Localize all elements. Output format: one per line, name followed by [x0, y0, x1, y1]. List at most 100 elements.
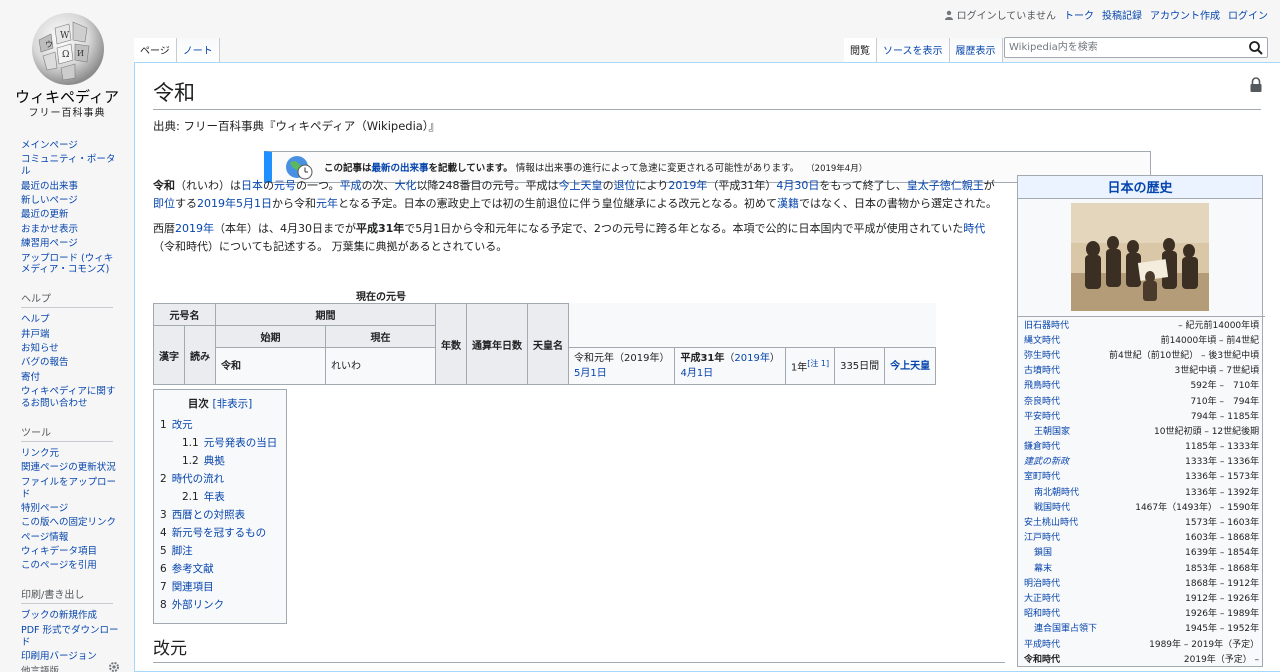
link-japan[interactable]: 日本 — [241, 179, 263, 192]
toc-item[interactable]: 1.1 元号発表の当日 — [160, 434, 280, 452]
cell-shiki-link[interactable]: 5月1日 — [574, 368, 607, 379]
toc-item[interactable]: 6 参考文献 — [160, 560, 280, 578]
link-emperor[interactable]: 今上天皇 — [559, 179, 603, 192]
period-link[interactable]: 建武の新政 — [1024, 457, 1069, 467]
contributions-link[interactable]: 投稿記録 — [1102, 7, 1142, 22]
login-link[interactable]: ログイン — [1228, 7, 1268, 22]
sidebar-item-what-links-here[interactable]: リンク元 — [21, 448, 59, 459]
toc-item[interactable]: 5 脚注 — [160, 542, 280, 560]
period-link[interactable]: 平安時代 — [1024, 412, 1060, 422]
toc-item-link[interactable]: 時代の流れ — [172, 473, 225, 485]
toc-item-link[interactable]: 西暦との対照表 — [172, 509, 245, 521]
period-link[interactable]: 幕末 — [1034, 564, 1052, 574]
sidebar-item-notices[interactable]: お知らせ — [21, 343, 59, 354]
sidebar-item-help[interactable]: ヘルプ — [21, 314, 50, 325]
period-link[interactable]: 室町時代 — [1024, 472, 1060, 482]
sidebar-item-create-book[interactable]: ブックの新規作成 — [21, 610, 97, 621]
sidebar-item-village-pump[interactable]: 井戸端 — [21, 329, 50, 340]
link-taika[interactable]: 大化 — [395, 179, 417, 192]
toc-item-link[interactable]: 関連項目 — [172, 581, 214, 593]
search-input[interactable] — [1005, 38, 1245, 57]
sidebar-item-community-portal[interactable]: コミュニティ・ポータル — [21, 154, 115, 177]
cell-tenno-link[interactable]: 今上天皇 — [890, 361, 930, 372]
period-link[interactable]: 戦国時代 — [1034, 503, 1070, 513]
toc-item[interactable]: 7 関連項目 — [160, 578, 280, 596]
period-link[interactable]: 明治時代 — [1024, 579, 1060, 589]
toc-item[interactable]: 1.2 典拠 — [160, 452, 280, 470]
create-account-link[interactable]: アカウント作成 — [1150, 7, 1220, 22]
link-abdication[interactable]: 退位 — [614, 179, 636, 192]
link-gengo[interactable]: 元号 — [274, 179, 296, 192]
link-2019-b[interactable]: 2019年 — [175, 222, 214, 235]
samurai-photo-image[interactable] — [1071, 203, 1209, 311]
tab-view-source[interactable]: ソースを表示 — [877, 38, 950, 62]
link-heisei[interactable]: 平成 — [340, 179, 362, 192]
sidebar-item-contact[interactable]: ウィキペディアに関するお問い合わせ — [21, 386, 115, 409]
toc-item[interactable]: 8 外部リンク — [160, 596, 280, 614]
toc-item-link[interactable]: 年表 — [204, 491, 225, 503]
period-link[interactable]: 鎖国 — [1034, 548, 1052, 558]
sidebar-item-sandbox[interactable]: 練習用ページ — [21, 238, 78, 249]
toc-item[interactable]: 4 新元号を冠するもの — [160, 524, 280, 542]
link-accession[interactable]: 即位 — [153, 197, 175, 210]
period-link[interactable]: 王朝国家 — [1034, 427, 1070, 437]
sidebar-item-random-page[interactable]: おまかせ表示 — [21, 224, 78, 235]
notice-current-events-link[interactable]: 最新の出来事 — [372, 163, 429, 174]
period-link[interactable]: 鎌倉時代 — [1024, 442, 1060, 452]
sidebar-item-main-page[interactable]: メインページ — [21, 140, 78, 151]
sidebar-item-upload-file[interactable]: ファイルをアップロード — [21, 477, 116, 500]
toc-item-link[interactable]: 典拠 — [204, 455, 225, 467]
toc-item[interactable]: 2 時代の流れ — [160, 470, 280, 488]
toc-item-link[interactable]: 元号発表の当日 — [204, 437, 278, 449]
period-link[interactable]: 昭和時代 — [1024, 609, 1060, 619]
link-2019-may1[interactable]: 2019年5月1日 — [197, 197, 272, 210]
period-link[interactable]: 江戸時代 — [1024, 533, 1060, 543]
link-april30[interactable]: 4月30日 — [776, 179, 819, 192]
search-icon[interactable] — [1248, 40, 1264, 56]
sidebar-item-recent-changes[interactable]: 最近の更新 — [21, 209, 69, 220]
sidebar-item-page-info[interactable]: ページ情報 — [21, 532, 68, 543]
period-link[interactable]: 飛鳥時代 — [1024, 381, 1060, 391]
sidebar-item-permanent-link[interactable]: この版への固定リンク — [21, 517, 116, 528]
cell-genzai-link[interactable]: 2019年 — [734, 353, 769, 364]
period-link[interactable]: 平成時代 — [1024, 640, 1060, 650]
link-gannen[interactable]: 元年 — [316, 197, 338, 210]
toc-item-link[interactable]: 外部リンク — [172, 599, 225, 611]
link-kanseki[interactable]: 漢籍 — [777, 197, 799, 210]
sidebar-item-special-pages[interactable]: 特別ページ — [21, 503, 68, 514]
link-jidai[interactable]: 時代 — [963, 222, 985, 235]
sidebar-item-printable[interactable]: 印刷用バージョン — [21, 651, 97, 662]
gear-icon[interactable] — [108, 661, 120, 672]
period-link[interactable]: 南北朝時代 — [1034, 488, 1079, 498]
toc-item-link[interactable]: 改元 — [172, 419, 193, 431]
toc-item-link[interactable]: 参考文献 — [172, 563, 214, 575]
cell-genzai-link-2[interactable]: 4月1日 — [680, 368, 713, 379]
toc-item[interactable]: 3 西暦との対照表 — [160, 506, 280, 524]
period-link[interactable]: 連合国軍占領下 — [1034, 624, 1097, 634]
sidebar-item-related-changes[interactable]: 関連ページの更新状況 — [21, 462, 116, 473]
tab-read[interactable]: 閲覧 — [844, 38, 877, 62]
period-link[interactable]: 旧石器時代 — [1024, 321, 1069, 331]
talk-link[interactable]: トーク — [1064, 7, 1094, 22]
toc-item-link[interactable]: 脚注 — [172, 545, 193, 557]
link-crown-prince[interactable]: 皇太子徳仁親王 — [907, 179, 984, 192]
sidebar-item-cite[interactable]: このページを引用 — [21, 560, 97, 571]
sidebar-item-bug-report[interactable]: バグの報告 — [21, 357, 69, 368]
sidebar-item-download-pdf[interactable]: PDF 形式でダウンロード — [21, 625, 119, 648]
tab-talk[interactable]: ノート — [176, 38, 220, 62]
period-link[interactable]: 縄文時代 — [1024, 336, 1060, 346]
wikipedia-logo[interactable]: W Ω И ウ ウィキペディア フリー百科事典 — [0, 0, 134, 130]
sidebar-item-current-events[interactable]: 最近の出来事 — [21, 181, 78, 192]
toc-item-link[interactable]: 新元号を冠するもの — [172, 527, 267, 539]
period-link[interactable]: 奈良時代 — [1024, 397, 1060, 407]
tab-page[interactable]: ページ — [134, 38, 177, 62]
period-link[interactable]: 弥生時代 — [1024, 351, 1060, 361]
link-2019[interactable]: 2019年 — [668, 179, 707, 192]
lock-icon[interactable] — [1249, 77, 1263, 93]
toc-item[interactable]: 2.1 年表 — [160, 488, 280, 506]
sidebar-item-upload-commons[interactable]: アップロード (ウィキメディア・コモンズ) — [21, 253, 113, 276]
infobox-title[interactable]: 日本の歴史 — [1018, 176, 1262, 199]
toc-item[interactable]: 1 改元 — [160, 416, 280, 434]
sidebar-item-new-pages[interactable]: 新しいページ — [21, 195, 78, 206]
sidebar-item-donate[interactable]: 寄付 — [21, 372, 40, 383]
